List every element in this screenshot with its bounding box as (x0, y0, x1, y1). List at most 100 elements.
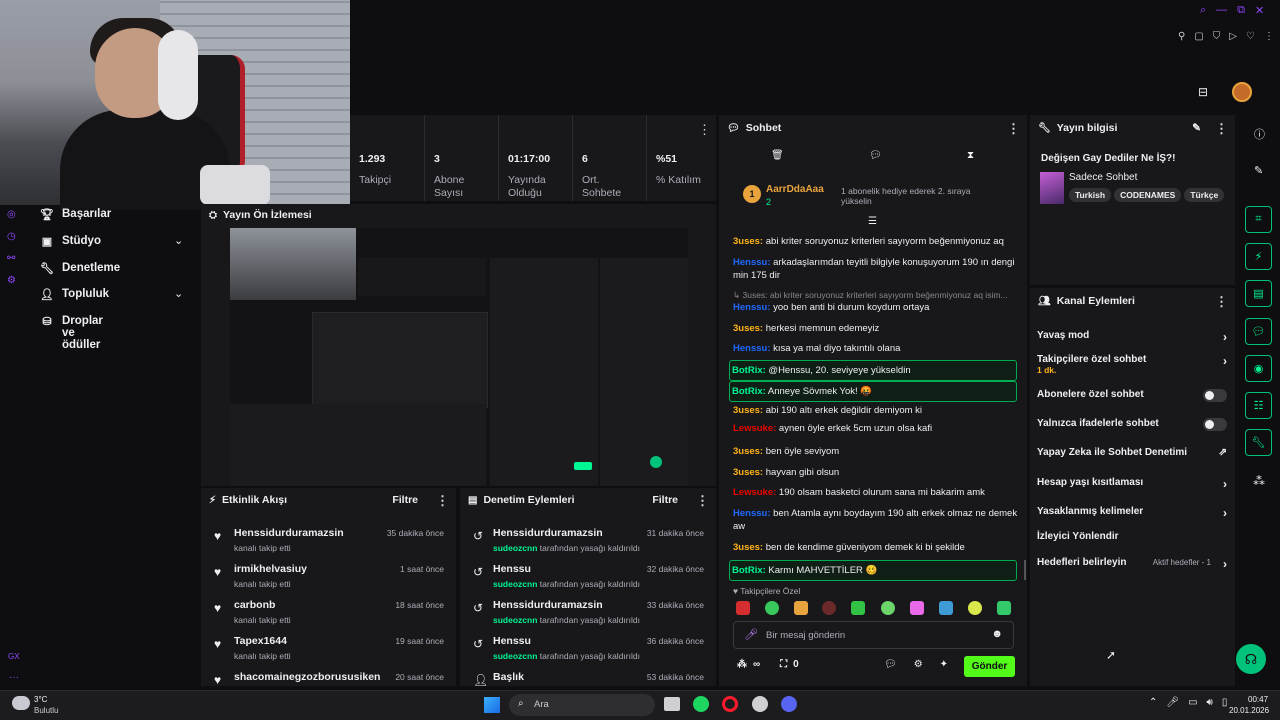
chat-username[interactable]: 3uses: (733, 405, 763, 416)
pencil-icon[interactable]: ✎ (1192, 122, 1201, 134)
chat-username[interactable]: BotRix: (732, 365, 766, 376)
activity-filter-button[interactable]: Filtre (392, 494, 418, 506)
chat-message[interactable]: 3uses: herkesi memnun edemeyiz (733, 322, 1018, 335)
close-icon[interactable]: ✕ (1255, 4, 1264, 20)
channel-action-row[interactable]: Yasaklanmış kelimeler › (1037, 506, 1227, 520)
sidebar-doc-button[interactable]: ▤ (1245, 280, 1272, 307)
mod-row[interactable]: ↺ Henssu sudeozcnn tarafından yasağı kaldı… (460, 632, 716, 668)
chat-username[interactable]: 3uses: (733, 236, 763, 247)
chat-message[interactable]: 3uses: abi kriter soruyonuz kriterleri s… (733, 235, 1018, 248)
channel-action-row[interactable]: İzleyici Yönlendir (1037, 531, 1227, 542)
sidebar-chat-button[interactable]: 💬︎ (1245, 318, 1272, 345)
emote[interactable] (794, 601, 808, 615)
start-icon[interactable] (484, 697, 500, 713)
emote[interactable] (851, 601, 865, 615)
channel-action-row[interactable]: Hedefleri belirleyin › Aktif hedefler - 1 (1037, 557, 1227, 571)
emote-picker-icon[interactable]: ✦ (940, 659, 948, 670)
avatar[interactable] (1232, 82, 1252, 102)
pencil-icon[interactable]: ✎ (1254, 164, 1263, 177)
sidebar-list-button[interactable]: ☷ (1245, 392, 1272, 419)
monitor-icon[interactable]: ▭ (1188, 697, 1197, 708)
chat-message[interactable]: BotRix: Anneye Sövmek Yok! 🤬 (729, 381, 1017, 402)
stream-info-menu-icon[interactable]: ⋮ (1215, 122, 1228, 135)
emote[interactable] (939, 601, 953, 615)
activity-row[interactable]: ♥ Tapex1644 kanalı takip etti 19 saat önce (201, 632, 456, 668)
emote[interactable] (822, 601, 836, 615)
chat-username[interactable]: Henssu: (733, 257, 770, 268)
spotify-icon[interactable] (693, 696, 709, 712)
sidebar-bolt-button[interactable]: ⚡︎ (1245, 243, 1272, 270)
tag-chip[interactable]: CODENAMES (1114, 188, 1182, 202)
heart-icon[interactable]: ♡ (1246, 31, 1255, 42)
chat-message[interactable]: 3uses: hayvan gibi olsun (733, 466, 1018, 479)
mic-icon[interactable]: 🎤︎ (744, 628, 758, 641)
sidebar-wrench-button[interactable]: 🔧︎ (1245, 429, 1272, 456)
channel-action-row[interactable]: Yalnızca ifadelerle sohbet (1037, 418, 1227, 431)
emote[interactable] (736, 601, 750, 615)
steam-icon[interactable] (752, 696, 768, 712)
category-name[interactable]: Sadece Sohbet (1069, 172, 1137, 183)
sidebar-more-icon[interactable]: ⁂ (1253, 474, 1265, 488)
chat-bubble-icon[interactable]: 💬︎ (869, 150, 882, 161)
weather-temp[interactable]: 3°C (34, 695, 47, 704)
taskbar-search[interactable]: ⌕ Ara (509, 694, 655, 716)
rail-circle-icon[interactable]: ◎ (7, 204, 16, 226)
chat-username[interactable]: Lewsuke: (733, 487, 776, 498)
chat-message[interactable]: BotRix: @Henssu, 20. seviyeye yükseldin (729, 360, 1017, 381)
chat-message[interactable]: BotRix: Karmı MAHVETTİLER 🥴 (729, 560, 1017, 581)
hourglass-icon[interactable]: ⧗ (967, 150, 974, 161)
chat-username[interactable]: 3uses: (733, 467, 763, 478)
menu-icon[interactable]: ⋮ (1264, 31, 1274, 42)
tag-chip[interactable]: Turkish (1069, 188, 1112, 202)
gear-icon[interactable]: ⚙ (914, 659, 923, 670)
chat-username[interactable]: 3uses: (733, 542, 763, 553)
mod-row[interactable]: 👤︎ Başlık 53 dakika önce (460, 668, 716, 686)
mic-icon[interactable]: 🎤︎ (1166, 697, 1179, 708)
chat-message[interactable]: Henssu: yoo ben anti bi durum koydum ort… (733, 301, 1018, 314)
toggle-switch[interactable] (1203, 418, 1227, 431)
emote[interactable] (968, 601, 982, 615)
channel-actions-menu-icon[interactable]: ⋮ (1215, 295, 1228, 308)
chat-message[interactable]: Henssu: ben Atamla aynı boydayım 190 alt… (733, 507, 1018, 533)
restore-icon[interactable]: ⧉ (1237, 4, 1245, 20)
opera-icon[interactable] (722, 696, 738, 712)
filter-lines-icon[interactable]: ☰ (868, 216, 877, 227)
chat-username[interactable]: 3uses: (733, 323, 763, 334)
send-button[interactable]: Gönder (964, 656, 1015, 677)
channel-action-row[interactable]: Yapay Zeka ile Sohbet Denetimi ⇗ (1037, 447, 1227, 458)
play-icon[interactable]: ▷ (1229, 31, 1237, 42)
chevron-down-icon[interactable]: ⌄ (174, 234, 183, 247)
chat-username[interactable]: Henssu: (733, 302, 770, 313)
gift-leader-name[interactable]: AarrDdaAaa (766, 184, 824, 195)
mod-row[interactable]: ↺ Henssidurduramazsin sudeozcnn tarafından… (460, 596, 716, 632)
chevron-down-icon[interactable]: ⌄ (174, 287, 183, 300)
activity-row[interactable]: ♥ irmikhelvasiuy kanalı takip etti 1 saat ö… (201, 560, 456, 596)
rail-link-icon[interactable]: ⚯ (7, 248, 16, 270)
pin-icon[interactable]: ⚲ (1178, 31, 1185, 42)
emote[interactable] (910, 601, 924, 615)
chat-menu-icon[interactable]: ⋮ (1007, 122, 1020, 135)
tag-chip[interactable]: Türkçe (1184, 188, 1225, 202)
chat-bubble-icon[interactable]: 💬︎ (884, 659, 897, 670)
emote[interactable] (765, 601, 779, 615)
chat-username[interactable]: Henssu: (733, 343, 770, 354)
chat-message[interactable]: Lewsuke: 190 olsam basketci olurum sana … (733, 486, 1018, 499)
points-icon[interactable]: ⁂ (737, 659, 747, 670)
minimize-icon[interactable]: — (1216, 4, 1227, 20)
clock-time[interactable]: 00:47 (1248, 695, 1268, 704)
activity-row[interactable]: ♥ shacomainegzozborususiken 20 saat önce (201, 668, 456, 686)
more-dots[interactable]: ··· (9, 672, 19, 683)
rail-gear-icon[interactable]: ⚙ (7, 270, 16, 292)
channel-action-row[interactable]: Takipçilere özel sohbet 1 dk. › (1037, 354, 1227, 375)
discord-icon[interactable] (781, 696, 797, 712)
activity-menu-icon[interactable]: ⋮ (436, 494, 449, 507)
chat-username[interactable]: Henssu: (733, 508, 770, 519)
gift-icon[interactable]: ⛶ (780, 659, 787, 670)
chat-message[interactable]: 3uses: ben öyle seviyom (733, 445, 1018, 458)
activity-row[interactable]: ♥ Henssidurduramazsin kanalı takip etti 35 … (201, 524, 456, 560)
activity-row[interactable]: ♥ carbonb kanalı takip etti 18 saat önce (201, 596, 456, 632)
mod-row[interactable]: ↺ Henssidurduramazsin sudeozcnn tarafından… (460, 524, 716, 560)
sidebar-scan-button[interactable]: ⌗ (1245, 206, 1272, 233)
chat-scrollbar[interactable] (1024, 560, 1026, 580)
support-icon[interactable]: ☊ (1236, 644, 1266, 674)
